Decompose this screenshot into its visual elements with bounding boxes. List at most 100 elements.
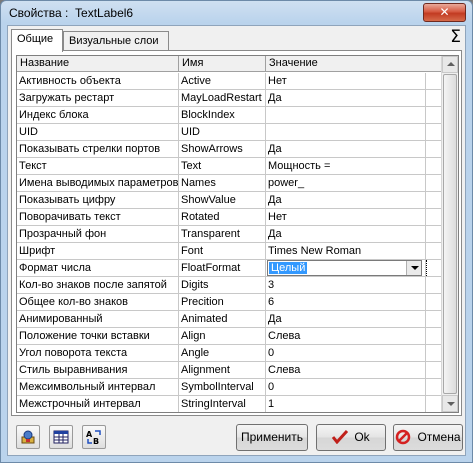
property-name-cell[interactable]: Align: [179, 328, 266, 345]
property-value-cell[interactable]: 0: [266, 379, 426, 396]
table-row[interactable]: Угол поворота текста Angle 0: [17, 345, 442, 362]
title-bar[interactable]: Свойства : TextLabel6 ✕: [1, 1, 472, 25]
property-title-cell[interactable]: Угол поворота текста: [17, 345, 179, 362]
property-title-cell[interactable]: Положение точки вставки: [17, 328, 179, 345]
property-name-cell[interactable]: Rotated: [179, 209, 266, 226]
property-value-cell[interactable]: Да: [266, 311, 426, 328]
table-row[interactable]: Активность объекта Active Нет: [17, 73, 442, 90]
property-value-cell[interactable]: 3: [266, 277, 426, 294]
property-title-cell[interactable]: Загружать рестарт: [17, 90, 179, 107]
property-name-cell[interactable]: Active: [179, 73, 266, 90]
ok-button[interactable]: Ok: [316, 424, 386, 451]
tab-general[interactable]: Общие: [11, 29, 63, 52]
property-value-cell[interactable]: power_: [266, 175, 426, 192]
property-name-cell[interactable]: StringInterval: [179, 396, 266, 412]
tab-visual-layers[interactable]: Визуальные слои: [63, 31, 169, 51]
table-row[interactable]: Показывать цифру ShowValue Да: [17, 192, 442, 209]
property-value-cell[interactable]: [266, 124, 426, 141]
scroll-down-icon[interactable]: [442, 395, 458, 412]
table-row[interactable]: Имена выводимых параметров Names power_: [17, 175, 442, 192]
object-tool-button[interactable]: [16, 425, 40, 449]
property-value-cell[interactable]: 6: [266, 294, 426, 311]
property-name-cell[interactable]: UID: [179, 124, 266, 141]
float-format-dropdown[interactable]: Целый: [267, 260, 422, 276]
table-row[interactable]: Прозрачный фон Transparent Да: [17, 226, 442, 243]
property-name-cell[interactable]: Transparent: [179, 226, 266, 243]
property-title-cell[interactable]: Текст: [17, 158, 179, 175]
table-row[interactable]: Межсимвольный интервал SymbolInterval 0: [17, 379, 442, 396]
property-name-cell[interactable]: ShowArrows: [179, 141, 266, 158]
property-name-cell[interactable]: Animated: [179, 311, 266, 328]
property-value-cell[interactable]: Слева: [266, 328, 426, 345]
table-row[interactable]: Шрифт Font Times New Roman: [17, 243, 442, 260]
table-row[interactable]: Формат числа FloatFormat Целый: [17, 260, 442, 277]
column-header-name[interactable]: Имя: [179, 56, 266, 72]
table-row[interactable]: Индекс блока BlockIndex: [17, 107, 442, 124]
property-name-cell[interactable]: Digits: [179, 277, 266, 294]
property-value-cell[interactable]: Times New Roman: [266, 243, 426, 260]
property-title-cell[interactable]: Индекс блока: [17, 107, 179, 124]
property-name-cell[interactable]: Names: [179, 175, 266, 192]
table-row[interactable]: Стиль выравнивания Alignment Слева: [17, 362, 442, 379]
property-value-cell[interactable]: Да: [266, 226, 426, 243]
property-title-cell[interactable]: Шрифт: [17, 243, 179, 260]
vertical-scrollbar[interactable]: [441, 56, 458, 412]
property-name-cell[interactable]: FloatFormat: [179, 260, 266, 277]
property-title-cell[interactable]: Анимированный: [17, 311, 179, 328]
property-title-cell[interactable]: UID: [17, 124, 179, 141]
property-name-cell[interactable]: Angle: [179, 345, 266, 362]
column-header-title[interactable]: Название: [17, 56, 179, 72]
property-name-cell[interactable]: Font: [179, 243, 266, 260]
property-value-cell[interactable]: Слева: [266, 362, 426, 379]
property-title-cell[interactable]: Показывать стрелки портов: [17, 141, 179, 158]
property-name-cell[interactable]: Text: [179, 158, 266, 175]
property-name-cell[interactable]: MayLoadRestart: [179, 90, 266, 107]
property-value-cell[interactable]: Да: [266, 141, 426, 158]
property-value-cell[interactable]: Да: [266, 192, 426, 209]
table-view-button[interactable]: [49, 425, 73, 449]
table-row[interactable]: Межстрочный интервал StringInterval 1: [17, 396, 442, 412]
property-value-cell[interactable]: Нет: [266, 73, 426, 90]
property-title-cell[interactable]: Стиль выравнивания: [17, 362, 179, 379]
table-row[interactable]: Загружать рестарт MayLoadRestart Да: [17, 90, 442, 107]
scroll-thumb[interactable]: [443, 74, 457, 394]
property-name-cell[interactable]: BlockIndex: [179, 107, 266, 124]
property-title-cell[interactable]: Формат числа: [17, 260, 179, 277]
property-name-cell[interactable]: ShowValue: [179, 192, 266, 209]
property-title-cell[interactable]: Межстрочный интервал: [17, 396, 179, 412]
table-row[interactable]: Поворачивать текст Rotated Нет: [17, 209, 442, 226]
scroll-up-icon[interactable]: [442, 56, 458, 73]
property-title-cell[interactable]: Общее кол-во знаков: [17, 294, 179, 311]
table-row[interactable]: Текст Text Мощность =: [17, 158, 442, 175]
property-name-cell[interactable]: Precition: [179, 294, 266, 311]
property-title-cell[interactable]: Межсимвольный интервал: [17, 379, 179, 396]
property-title-cell[interactable]: Показывать цифру: [17, 192, 179, 209]
table-row[interactable]: Показывать стрелки портов ShowArrows Да: [17, 141, 442, 158]
cancel-button[interactable]: Отмена: [393, 424, 463, 451]
property-value-cell[interactable]: Мощность =: [266, 158, 426, 175]
property-title-cell[interactable]: Поворачивать текст: [17, 209, 179, 226]
table-row[interactable]: Кол-во знаков после запятой Digits 3: [17, 277, 442, 294]
property-value-cell[interactable]: 1: [266, 396, 426, 412]
property-title-cell[interactable]: Имена выводимых параметров: [17, 175, 179, 192]
property-title-cell[interactable]: Прозрачный фон: [17, 226, 179, 243]
close-button[interactable]: ✕: [423, 3, 466, 22]
property-name-cell[interactable]: SymbolInterval: [179, 379, 266, 396]
property-value-cell[interactable]: Нет: [266, 209, 426, 226]
table-row[interactable]: Анимированный Animated Да: [17, 311, 442, 328]
property-value-cell[interactable]: 0: [266, 345, 426, 362]
table-row[interactable]: UID UID: [17, 124, 442, 141]
property-name-cell[interactable]: Alignment: [179, 362, 266, 379]
property-title-cell[interactable]: Активность объекта: [17, 73, 179, 90]
property-title-cell[interactable]: Кол-во знаков после запятой: [17, 277, 179, 294]
property-value-cell[interactable]: [266, 107, 426, 124]
column-header-value[interactable]: Значение: [266, 56, 442, 72]
table-row[interactable]: Положение точки вставки Align Слева: [17, 328, 442, 345]
apply-button[interactable]: Применить: [236, 424, 308, 451]
property-value-editor[interactable]: Целый: [266, 260, 426, 277]
table-row[interactable]: Общее кол-во знаков Precition 6: [17, 294, 442, 311]
rename-button[interactable]: A B: [82, 425, 106, 449]
dropdown-arrow-icon[interactable]: [406, 261, 421, 275]
property-value-cell[interactable]: Да: [266, 90, 426, 107]
sigma-icon[interactable]: Σ: [450, 27, 461, 47]
